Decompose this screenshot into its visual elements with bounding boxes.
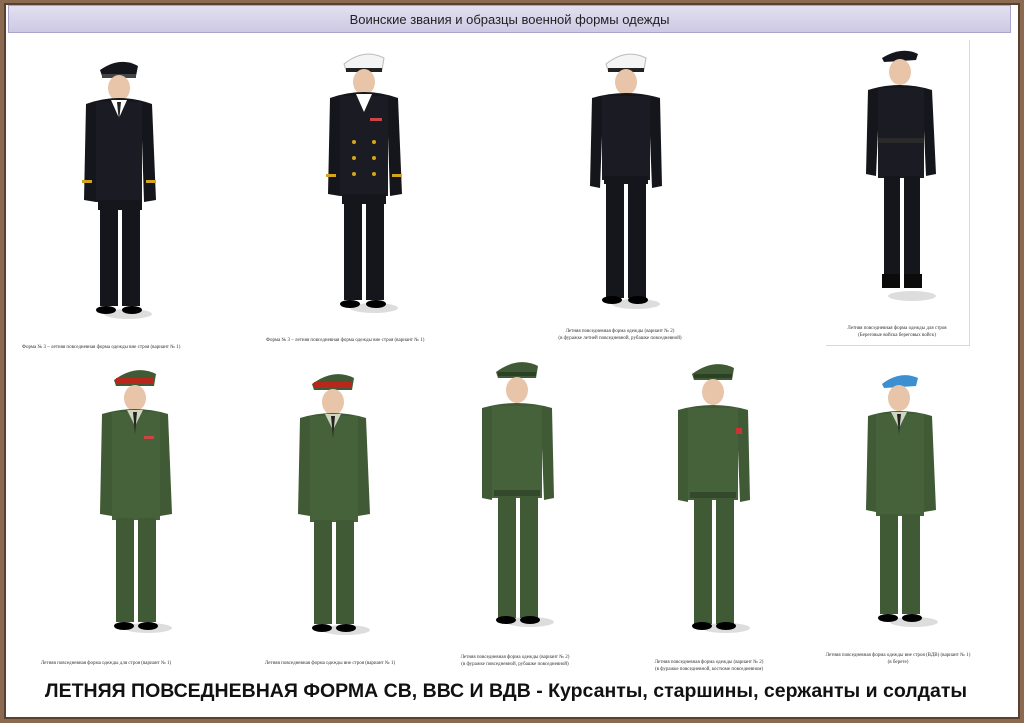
caption-4a: Летняя повседневная форма одежды для стр… [847,326,947,331]
caption-4b: (Береговые войска береговых войск) [858,333,936,338]
figure-green-4 [678,364,750,633]
caption-2: Форма № 3 – летняя повседневная форма од… [266,338,425,343]
caption-9a: Летняя повседневная форма одежды вне стр… [825,653,971,658]
figure-green-5 [866,375,938,627]
caption-6: Летняя повседневная форма одежды вне стр… [264,661,396,666]
caption-1: Форма № 3 – летняя повседневная форма од… [22,345,181,350]
figure-navy-3 [590,53,662,309]
figure-green-3 [482,362,554,627]
caption-8b: (в фуражке повседневной, костюме повседн… [654,667,764,672]
caption-8a: Летняя повседневная форма одежды (вариан… [654,660,764,665]
caption-5: Летняя повседневная форма одежды для стр… [40,661,172,666]
slide-title: ЛЕТНЯЯ ПОВСЕДНЕВНАЯ ФОРМА СВ, ВВС И ВДВ … [44,680,968,702]
figure-green-1 [100,370,172,633]
slide-header: Воинские звания и образцы военной формы … [8,5,1011,33]
figure-navy-1 [82,61,156,319]
caption-3a: Летняя повседневная форма одежды (вариан… [565,329,675,334]
caption-9b: (в берете) [887,660,909,665]
caption-7b: (в фуражке повседневной, рубашке повседн… [461,662,569,667]
header-title: Воинские звания и образцы военной формы … [349,11,670,27]
figure-navy-2 [326,53,402,313]
panel-border [826,40,970,346]
figure-green-2 [298,374,370,635]
caption-7a: Летняя повседневная форма одежды (вариан… [460,655,570,660]
caption-3b: (в фуражке летней повседневной, рубашке … [558,336,682,341]
